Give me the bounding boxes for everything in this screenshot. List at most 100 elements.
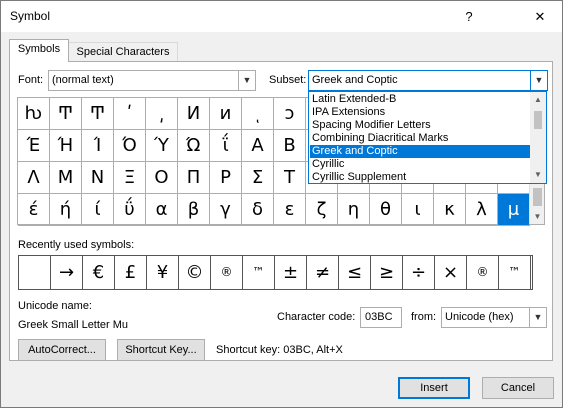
symbol-cell[interactable]: μ [498,194,530,226]
symbol-cell[interactable]: ι [402,194,434,226]
symbol-cell[interactable]: δ [242,194,274,226]
symbol-cell[interactable]: β [178,194,210,226]
symbol-cell[interactable]: Ή [50,130,82,162]
symbol-cell[interactable]: ί [82,194,114,226]
symbol-cell[interactable]: Α [242,130,274,162]
subset-option[interactable]: Spacing Modifier Letters [310,119,530,132]
symbol-cell[interactable]: ͵ [146,98,178,130]
font-label: Font: [18,74,44,86]
symbol-cell[interactable]: Ξ [114,162,146,194]
symbol-cell[interactable]: Λ [18,162,50,194]
chevron-down-icon[interactable]: ▼ [530,167,546,183]
help-button[interactable]: ? [454,6,484,28]
symbol-cell[interactable]: ʹ [114,98,146,130]
recent-symbol-cell[interactable]: € [83,256,115,289]
recent-symbol-cell[interactable]: × [435,256,467,289]
chevron-down-icon: ▼ [529,308,546,327]
chevron-down-icon: ▼ [530,71,547,90]
symbol-cell[interactable]: Ό [114,130,146,162]
symbol-cell[interactable]: ΐ [210,130,242,162]
recent-symbol-cell[interactable]: ¥ [147,256,179,289]
subset-option[interactable]: Cyrillic [310,158,530,171]
symbol-cell[interactable]: Π [178,162,210,194]
subset-option[interactable]: Combining Diacritical Marks [310,132,530,145]
recent-symbol-cell[interactable]: ÷ [403,256,435,289]
symbol-dialog: Symbol ? ✕ Symbols Special Characters Fo… [0,0,563,408]
symbol-cell[interactable]: И [178,98,210,130]
recent-symbol-cell[interactable]: ® [211,256,243,289]
symbol-cell[interactable]: Ρ [210,162,242,194]
symbol-cell[interactable]: ή [50,194,82,226]
symbol-cell[interactable]: η [338,194,370,226]
font-select[interactable]: (normal text) ▼ [48,70,256,91]
character-code-value: 03BC [365,311,393,323]
unicode-name-label: Unicode name: [18,300,92,312]
tab-special-characters[interactable]: Special Characters [68,42,178,62]
recent-symbol-cell[interactable]: ≤ [339,256,371,289]
from-label: from: [411,311,437,323]
scroll-thumb[interactable] [533,188,542,206]
symbol-cell[interactable]: Ͳ [82,98,114,130]
symbol-cell[interactable]: θ [370,194,402,226]
tab-symbols[interactable]: Symbols [9,39,69,62]
recent-symbol-cell[interactable]: ® [467,256,499,289]
symbol-cell[interactable]: Ώ [178,130,210,162]
scroll-thumb[interactable] [534,111,542,129]
symbol-cell[interactable]: ΰ [114,194,146,226]
subset-option[interactable]: Greek and Coptic [310,145,530,158]
recent-symbol-cell[interactable]: £ [115,256,147,289]
font-select-value: (normal text) [52,74,114,86]
symbol-cell[interactable]: Τ [274,162,306,194]
recent-symbol-cell[interactable]: ™ [499,256,531,289]
shortcut-key-label: Shortcut Key... [125,344,197,356]
subset-option[interactable]: IPA Extensions [310,106,530,119]
symbol-cell[interactable]: Ί [82,130,114,162]
autocorrect-button[interactable]: AutoCorrect... [18,339,106,361]
recent-symbol-cell[interactable]: © [179,256,211,289]
window-title: Symbol [10,9,51,23]
symbol-cell[interactable]: ζ [306,194,338,226]
shortcut-key-text: Shortcut key: 03BC, Alt+X [216,344,343,356]
symbol-cell[interactable]: γ [210,194,242,226]
subset-dropdown-scrollbar[interactable]: ▲ ▼ [530,92,546,183]
chevron-down-icon: ▼ [238,71,255,90]
character-code-input[interactable]: 03BC [360,307,402,328]
recent-symbol-cell[interactable]: → [51,256,83,289]
symbol-cell[interactable]: ε [274,194,306,226]
recent-symbol-cell[interactable] [19,256,51,289]
recent-symbol-cell[interactable]: ± [275,256,307,289]
subset-dropdown-list: ▲ ▼ Latin Extended-B IPA Extensions Spacin… [308,91,547,184]
subset-select[interactable]: Greek and Coptic ▼ [308,70,548,91]
autocorrect-label: AutoCorrect... [28,344,96,356]
symbol-cell[interactable]: Ͳ [50,98,82,130]
symbol-cell[interactable]: έ [18,194,50,226]
symbol-cell[interactable]: Ύ [146,130,178,162]
shortcut-key-button[interactable]: Shortcut Key... [117,339,205,361]
recent-symbol-cell[interactable]: ™ [243,256,275,289]
chevron-down-icon[interactable]: ▼ [530,209,545,224]
symbol-cell[interactable]: Έ [18,130,50,162]
symbol-cell[interactable]: и [210,98,242,130]
symbol-cell[interactable]: Β [274,130,306,162]
symbol-cell[interactable]: κ [434,194,466,226]
cancel-label: Cancel [500,382,536,394]
close-button[interactable]: ✕ [525,6,555,28]
insert-button[interactable]: Insert [398,377,470,399]
symbol-cell[interactable]: ͺ [242,98,274,130]
symbol-cell[interactable]: Σ [242,162,274,194]
recent-symbol-cell[interactable]: ≠ [307,256,339,289]
cancel-button[interactable]: Cancel [482,377,554,399]
symbol-cell[interactable]: Μ [50,162,82,194]
subset-option[interactable]: Cyrillic Supplement [310,171,530,184]
symbol-cell[interactable]: Ο [146,162,178,194]
symbol-cell[interactable]: α [146,194,178,226]
subset-option[interactable]: Latin Extended-B [310,93,530,106]
symbol-cell[interactable]: Ν [82,162,114,194]
recent-symbol-cell[interactable]: ≥ [371,256,403,289]
from-select[interactable]: Unicode (hex) ▼ [441,307,547,328]
tab-special-characters-label: Special Characters [76,46,170,58]
symbol-cell[interactable]: ͻ [274,98,306,130]
chevron-up-icon[interactable]: ▲ [530,92,546,108]
symbol-cell[interactable]: ƕ [18,98,50,130]
symbol-cell[interactable]: λ [466,194,498,226]
